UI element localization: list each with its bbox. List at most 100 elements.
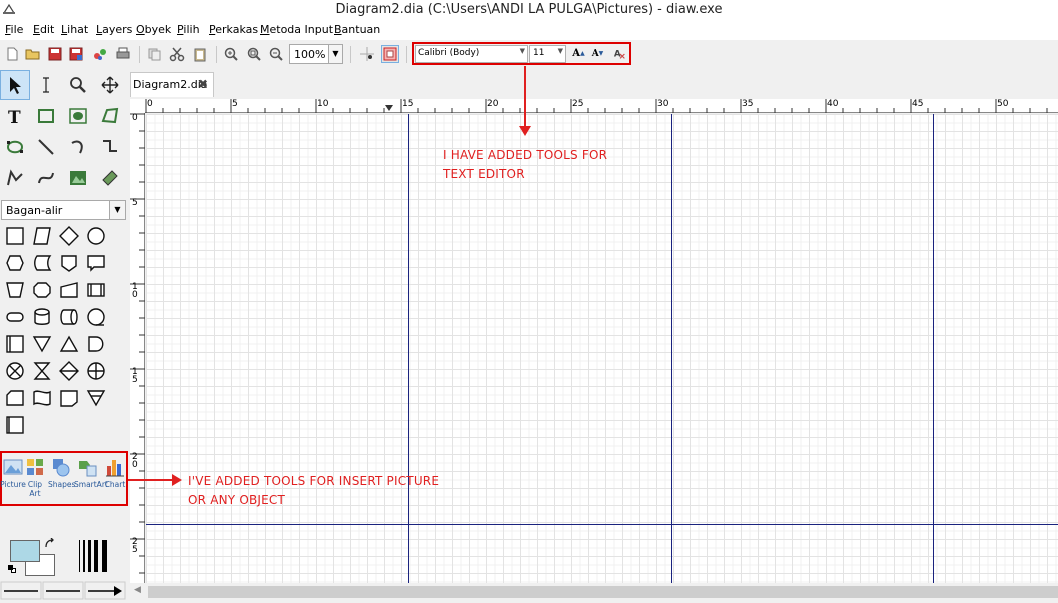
vertical-ruler: 0 5 10 15 20 25 bbox=[130, 113, 145, 583]
ruler-label: 25 bbox=[132, 537, 138, 555]
swap-colors-icon[interactable] bbox=[44, 538, 56, 550]
snap-to-grid-icon[interactable] bbox=[358, 45, 376, 63]
shape-sheet-select[interactable]: Bagan-alir ▼ bbox=[1, 200, 126, 220]
flowchart-merge-icon[interactable] bbox=[29, 331, 55, 357]
line-style-selector[interactable] bbox=[0, 581, 128, 600]
flowchart-sort-icon[interactable] bbox=[56, 358, 82, 384]
flowchart-summing-junction-icon[interactable] bbox=[2, 358, 28, 384]
polyline-tool-icon[interactable] bbox=[0, 163, 30, 193]
flowchart-connector-icon[interactable] bbox=[83, 223, 109, 249]
print-icon[interactable] bbox=[114, 45, 132, 63]
save-as-icon[interactable] bbox=[67, 45, 85, 63]
menu-perkakas[interactable]: Perkakas bbox=[209, 23, 258, 36]
insert-chart-button[interactable]: Chart bbox=[102, 456, 128, 504]
chevron-down-icon[interactable]: ▼ bbox=[109, 201, 125, 219]
flowchart-sequential-data-icon[interactable] bbox=[83, 304, 109, 330]
flowchart-stored-data-icon[interactable] bbox=[29, 250, 55, 276]
zoom-fit-icon[interactable] bbox=[245, 45, 263, 63]
flowchart-data-icon[interactable] bbox=[29, 223, 55, 249]
bezier-line-tool-icon[interactable] bbox=[31, 163, 61, 193]
menu-lihat[interactable]: Lihat bbox=[61, 23, 88, 36]
toolbar-separator bbox=[216, 46, 217, 63]
ruler-label: 0 bbox=[132, 113, 138, 123]
paste-icon[interactable] bbox=[191, 45, 209, 63]
chart-icon bbox=[106, 460, 124, 477]
annotation-text-editor: I HAVE ADDED TOOLS FOR TEXT EDITOR bbox=[443, 146, 607, 184]
zoom-out-icon[interactable] bbox=[267, 45, 285, 63]
smartart-icon bbox=[79, 461, 97, 477]
annotation-line: TEXT EDITOR bbox=[443, 167, 525, 181]
menu-metoda-input[interactable]: Metoda Input bbox=[260, 23, 333, 36]
flowchart-loop-limit-icon[interactable] bbox=[29, 277, 55, 303]
flowchart-magnetic-disk-icon[interactable] bbox=[29, 304, 55, 330]
foreground-color-swatch[interactable] bbox=[10, 540, 40, 562]
flowchart-offline-storage-icon[interactable] bbox=[83, 385, 109, 411]
svg-text:T: T bbox=[8, 108, 21, 126]
flowchart-manual-input-icon[interactable] bbox=[56, 277, 82, 303]
menu-bantuan[interactable]: Bantuan bbox=[334, 23, 380, 36]
tab-diagram2[interactable]: Diagram2.dia ✖ bbox=[130, 72, 214, 97]
flowchart-card-icon[interactable] bbox=[2, 385, 28, 411]
line-width-selector[interactable] bbox=[78, 540, 114, 572]
flowchart-terminator-icon[interactable] bbox=[2, 304, 28, 330]
pointer-tool-icon[interactable] bbox=[0, 70, 30, 100]
ellipse-tool-icon[interactable] bbox=[63, 101, 93, 131]
flowchart-internal-storage-icon[interactable] bbox=[2, 331, 28, 357]
polygon-tool-icon[interactable] bbox=[95, 101, 125, 131]
ruler-pointer-icon bbox=[385, 105, 393, 111]
text-tool-icon[interactable]: T bbox=[0, 101, 30, 131]
zoom-in-icon[interactable] bbox=[222, 45, 240, 63]
page-break-line bbox=[146, 524, 1058, 525]
zigzag-line-tool-icon[interactable] bbox=[95, 132, 125, 162]
arc-tool-icon[interactable] bbox=[63, 132, 93, 162]
magnify-tool-icon[interactable] bbox=[63, 70, 93, 100]
flowchart-collate-icon[interactable] bbox=[29, 358, 55, 384]
ruler-label: 10 bbox=[317, 99, 329, 109]
export-icon[interactable] bbox=[91, 45, 109, 63]
default-colors-icon[interactable] bbox=[8, 565, 16, 573]
insert-shapes-button[interactable]: Shapes bbox=[48, 456, 75, 504]
text-edit-tool-icon[interactable] bbox=[31, 70, 61, 100]
cut-icon[interactable] bbox=[168, 45, 186, 63]
beziergon-tool-icon[interactable] bbox=[0, 132, 30, 162]
flowchart-direct-access-icon[interactable] bbox=[56, 304, 82, 330]
menu-obyek[interactable]: Obyek bbox=[136, 23, 171, 36]
flowchart-punched-tape-icon[interactable] bbox=[29, 385, 55, 411]
new-file-icon[interactable] bbox=[3, 45, 21, 63]
flowchart-decision-icon[interactable] bbox=[56, 223, 82, 249]
flowchart-annotation-icon[interactable] bbox=[2, 412, 28, 438]
show-connection-points-icon[interactable] bbox=[381, 45, 399, 63]
horizontal-scrollbar[interactable]: ◀ bbox=[130, 583, 1058, 600]
save-icon[interactable] bbox=[46, 45, 64, 63]
flowchart-predefined-process-icon[interactable] bbox=[83, 277, 109, 303]
flowchart-preparation-icon[interactable] bbox=[2, 250, 28, 276]
box-tool-icon[interactable] bbox=[31, 101, 61, 131]
flowchart-process-icon[interactable] bbox=[2, 223, 28, 249]
flowchart-offpage-icon[interactable] bbox=[56, 250, 82, 276]
close-icon[interactable]: ✖ bbox=[198, 77, 208, 91]
outline-tool-icon[interactable] bbox=[95, 163, 125, 193]
flowchart-document-icon[interactable] bbox=[83, 250, 109, 276]
menu-pilih[interactable]: Pilih bbox=[177, 23, 200, 36]
flowchart-manual-operation-icon[interactable] bbox=[2, 277, 28, 303]
flowchart-extract-icon[interactable] bbox=[56, 331, 82, 357]
menu-layers[interactable]: Layers bbox=[96, 23, 132, 36]
line-tool-icon[interactable] bbox=[31, 132, 61, 162]
scrollbar-thumb[interactable] bbox=[148, 586, 1058, 598]
image-tool-icon[interactable] bbox=[63, 163, 93, 193]
copy-icon[interactable] bbox=[145, 45, 163, 63]
open-folder-icon[interactable] bbox=[24, 45, 42, 63]
chevron-down-icon[interactable]: ▼ bbox=[328, 45, 342, 63]
ruler-label: 50 bbox=[997, 99, 1009, 109]
insert-smartart-button[interactable]: SmartArt bbox=[74, 456, 108, 504]
flowchart-delay-icon[interactable] bbox=[83, 331, 109, 357]
title-bar: Diagram2.dia (C:\Users\ANDI LA PULGA\Pic… bbox=[0, 0, 1058, 20]
zoom-select[interactable]: 100% ▼ bbox=[289, 44, 343, 64]
scroll-left-icon[interactable]: ◀ bbox=[134, 585, 141, 595]
menu-file[interactable]: File bbox=[5, 23, 23, 36]
insert-clip-art-button[interactable]: Clip Art bbox=[22, 456, 48, 504]
flowchart-display-icon[interactable] bbox=[56, 385, 82, 411]
scroll-tool-icon[interactable] bbox=[95, 70, 125, 100]
flowchart-or-icon[interactable] bbox=[83, 358, 109, 384]
menu-edit[interactable]: Edit bbox=[33, 23, 54, 36]
